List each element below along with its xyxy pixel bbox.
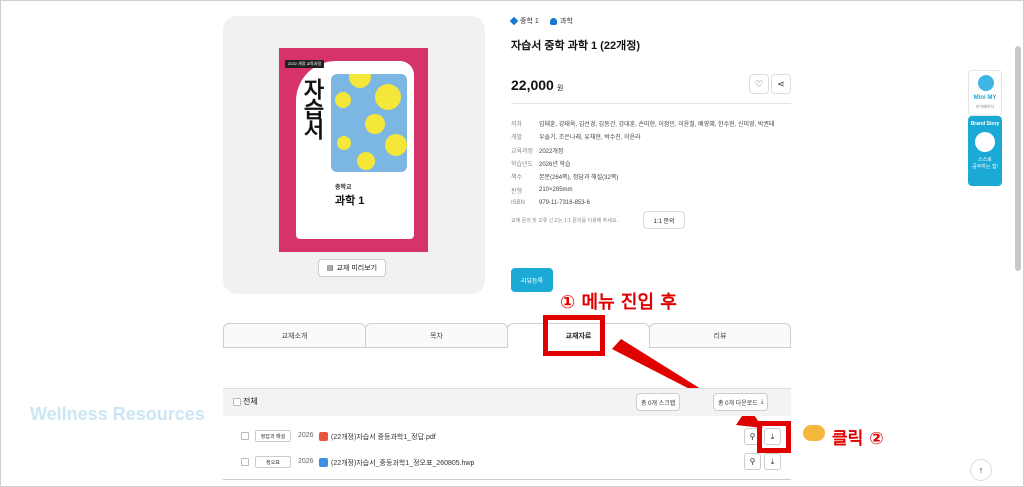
file-year: 2026 bbox=[298, 432, 314, 439]
file-year: 2026 bbox=[298, 458, 314, 465]
scrap-all-button[interactable]: 총 0개 스크랩 bbox=[636, 393, 681, 411]
file-category-badge: 정답과 해설 bbox=[255, 430, 291, 442]
pin-icon: ⚲ bbox=[749, 432, 756, 441]
mascot-icon bbox=[978, 75, 994, 91]
resource-list-header bbox=[223, 388, 791, 416]
brand-story-widget[interactable]: Brand Story 스스로 공부하는 힘! bbox=[968, 116, 1002, 186]
watermark: Wellness Resources bbox=[30, 404, 205, 424]
row-checkbox[interactable] bbox=[241, 432, 249, 440]
file-name[interactable]: (22개정)자습서_중등과학1_정오표_260805.hwp bbox=[331, 458, 474, 468]
scrap-all-label: 총 0개 스크랩 bbox=[641, 400, 676, 407]
brand-story-title: Brand Story bbox=[970, 121, 1000, 127]
list-bottom-divider bbox=[223, 479, 791, 480]
brand-story-text2: 공부하는 힘! bbox=[972, 164, 998, 170]
file-category-badge: 정오표 bbox=[255, 456, 291, 468]
mini-my-widget[interactable]: Mini MY 마이페이지 bbox=[968, 70, 1002, 116]
scroll-to-top-button[interactable]: ↑ bbox=[970, 459, 992, 481]
select-all-label: 전체 bbox=[243, 397, 258, 406]
file-name[interactable]: (22개정)자습서 중등과학1_정답.pdf bbox=[331, 432, 436, 442]
pointing-hand-icon bbox=[803, 425, 825, 441]
brand-logo-icon bbox=[975, 132, 995, 152]
annotation-step2: 클릭 ② bbox=[832, 429, 884, 449]
download-all-button[interactable]: 총 0개 다운로드 ⤓ bbox=[713, 393, 769, 411]
pin-icon: ⚲ bbox=[749, 457, 756, 466]
download-all-label: 총 0개 다운로드 bbox=[718, 400, 758, 407]
mini-my-title: Mini MY bbox=[973, 95, 997, 101]
row-checkbox[interactable] bbox=[241, 458, 249, 466]
pdf-file-icon bbox=[319, 432, 328, 441]
highlight-download-button bbox=[757, 421, 791, 453]
hwp-file-icon bbox=[319, 458, 328, 467]
mini-my-subtitle: 마이페이지 bbox=[975, 104, 995, 109]
select-all-checkbox[interactable] bbox=[233, 398, 241, 406]
download-button[interactable]: ⤓ bbox=[764, 453, 781, 470]
download-icon: ⤓ bbox=[770, 456, 775, 466]
brand-story-text1: 스스로 bbox=[978, 157, 992, 163]
scrap-button[interactable]: ⚲ bbox=[744, 453, 761, 470]
download-icon: ⤓ bbox=[760, 398, 764, 405]
arrow-up-icon: ↑ bbox=[978, 465, 984, 475]
